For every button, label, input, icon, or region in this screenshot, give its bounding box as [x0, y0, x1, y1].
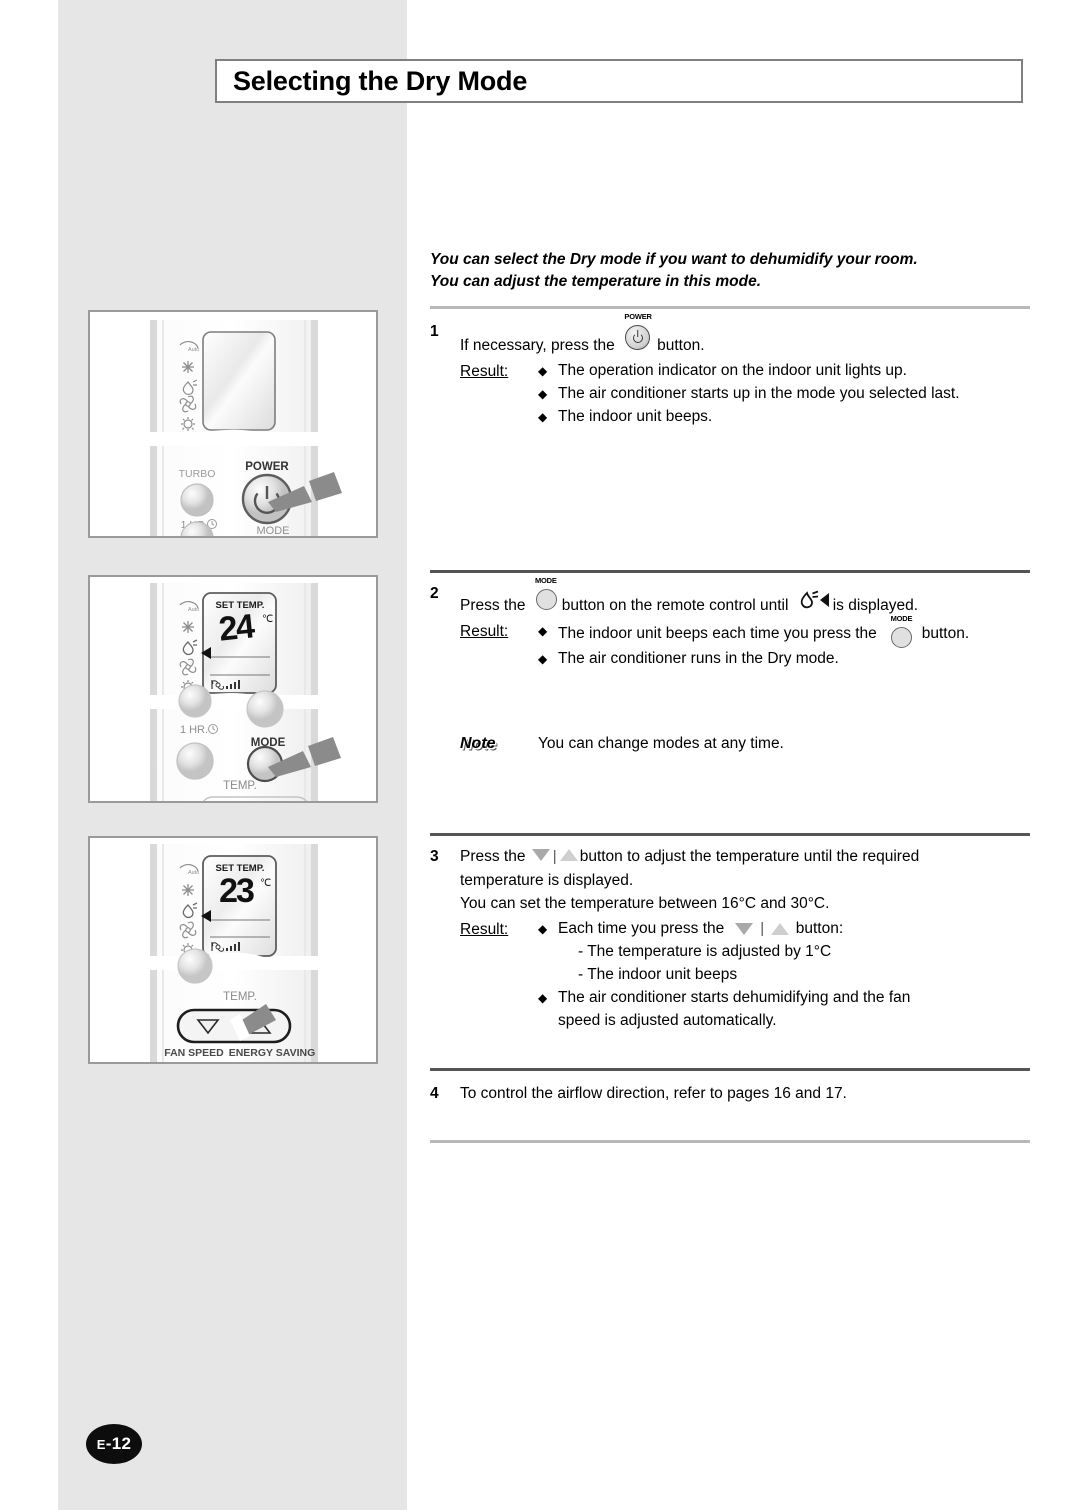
step-1-result-label: Result:: [460, 363, 509, 381]
intro-text: You can select the Dry mode if you want …: [430, 249, 1035, 293]
step-3-text-after: button to adjust the temperature until t…: [579, 848, 920, 865]
divider-above-step-3: [430, 833, 1030, 836]
diamond-bullet-icon: ◆: [538, 990, 548, 1005]
note-block: Note You can change modes at any time.: [460, 735, 784, 753]
svg-text:POWER: POWER: [245, 461, 289, 473]
intro-line-2: You can adjust the temperature in this m…: [430, 273, 762, 290]
remote-power-illustration-svg: Auto TURBO 1 HR. POWE: [148, 320, 342, 536]
step-2-result-item: ◆ The air conditioner runs in the Dry mo…: [538, 648, 1035, 671]
step-1-result-item: ◆ The air conditioner starts up in the m…: [538, 383, 1035, 406]
step-1-text-before: If necessary, press the: [460, 337, 615, 354]
temp-up-triangle-icon: [559, 849, 578, 861]
step-2-text-mid: button on the remote control until: [561, 597, 789, 614]
step-3-line-2: temperature is displayed.: [460, 871, 634, 889]
intro-line-1: You can select the Dry mode if you want …: [430, 251, 918, 268]
power-icon-circle: [625, 325, 651, 350]
note-text: You can change modes at any time.: [538, 735, 784, 752]
diamond-bullet-icon: ◆: [538, 410, 548, 425]
diamond-bullet-icon: ◆: [538, 652, 548, 667]
step-3-result-2-line-1: The air conditioner starts dehumidifying…: [558, 988, 911, 1006]
divider-above-step-2: [430, 570, 1030, 573]
illustration-remote-power: Auto TURBO 1 HR. POWE: [88, 310, 378, 538]
page-title: Selecting the Dry Mode: [233, 65, 528, 96]
diamond-bullet-icon: ◆: [538, 387, 548, 402]
step-2-result-item: ◆ The indoor unit beeps each time you pr…: [538, 614, 1035, 649]
svg-text:24: 24: [217, 607, 257, 649]
temp-up-triangle-icon: [771, 922, 790, 935]
svg-text:Auto: Auto: [188, 347, 199, 353]
mode-icon-circle: [891, 627, 913, 649]
step-1-text-after: button.: [657, 337, 705, 354]
step-4: 4 To control the airflow direction, refe…: [430, 1082, 1035, 1105]
step-3-result-1-after: button:: [795, 920, 844, 937]
svg-text:MODE: MODE: [257, 525, 290, 536]
power-icon-caption: POWER: [624, 312, 652, 321]
step-3-text-before: Press the: [460, 848, 526, 865]
step-3-result-item: ◆ The air conditioner starts dehumidifyi…: [538, 987, 1035, 1033]
mode-icon-caption: MODE: [534, 576, 557, 585]
svg-text:ENERGY SAVING: ENERGY SAVING: [229, 1047, 316, 1059]
note-label: Note: [460, 735, 496, 752]
svg-text:FAN SPEED: FAN SPEED: [164, 1047, 224, 1059]
power-button-icon: POWER: [623, 312, 653, 350]
diamond-bullet-icon: ◆: [538, 364, 548, 379]
illustration-remote-temp: SET TEMP. 23 ℃ Auto TEMP. FAN SPEED ENER…: [88, 836, 378, 1064]
page-number-prefix: E: [96, 1436, 106, 1452]
remote-temp-illustration-svg: SET TEMP. 23 ℃ Auto TEMP. FAN SPEED ENER…: [148, 844, 330, 1062]
step-2: 2 Press the MODE button on the remote co…: [430, 576, 1035, 671]
page-number-badge: E -12: [86, 1424, 142, 1464]
step-2-result-1-after: button.: [921, 625, 970, 643]
step-2-text-before: Press the: [460, 597, 526, 614]
icon-separator: |: [760, 920, 765, 937]
step-2-result-label: Result:: [460, 623, 509, 641]
temp-down-triangle-icon: [531, 849, 550, 861]
dry-mode-droplet-icon: [796, 590, 830, 610]
step-3-result-2-line-2: speed is adjusted automatically.: [558, 1011, 777, 1029]
page-title-box: Selecting the Dry Mode: [215, 59, 1023, 103]
svg-text:Auto: Auto: [188, 607, 199, 613]
mode-button-icon: MODE: [888, 614, 914, 649]
mode-icon-caption: MODE: [890, 614, 913, 624]
svg-text:TURBO: TURBO: [179, 468, 216, 480]
page-number-suffix: -12: [105, 1434, 132, 1453]
step-3-result-label: Result:: [460, 921, 509, 938]
illustration-remote-mode: SET TEMP. 24 ℃ Auto 1 HR. MODE TEMP.: [88, 575, 378, 803]
step-3-number: 3: [430, 848, 439, 865]
step-1: 1 If necessary, press the POWER button. …: [430, 312, 1035, 429]
step-1-result-item: ◆ The operation indicator on the indoor …: [538, 360, 1035, 383]
mode-icon-circle: [535, 589, 557, 610]
svg-text:TEMP.: TEMP.: [223, 991, 257, 1003]
step-3-subline: - The temperature is adjusted by 1°C: [578, 942, 832, 960]
step-3: 3 Press the | button to adjust the tempe…: [430, 845, 1035, 1033]
temp-down-triangle-icon: [734, 922, 753, 935]
svg-text:23: 23: [219, 872, 254, 910]
step-1-number: 1: [430, 323, 439, 340]
step-1-result-item: ◆ The indoor unit beeps.: [538, 406, 1035, 429]
diamond-bullet-icon: ◆: [538, 624, 548, 639]
step-2-result-1-before: The indoor unit beeps each time you pres…: [558, 625, 877, 643]
divider-above-step-4: [430, 1068, 1030, 1071]
step-3-subline: - The indoor unit beeps: [578, 965, 738, 983]
mode-button-icon: MODE: [533, 576, 559, 610]
diamond-bullet-icon: ◆: [538, 922, 548, 936]
remote-mode-illustration-svg: SET TEMP. 24 ℃ Auto 1 HR. MODE TEMP.: [148, 583, 341, 801]
step-3-line-3: You can set the temperature between 16°C…: [460, 894, 830, 912]
icon-separator: |: [552, 848, 557, 865]
divider-below-step-4: [430, 1140, 1030, 1143]
svg-text:℃: ℃: [262, 614, 273, 625]
step-3-result-item: ◆ Each time you press the | button: - Th…: [538, 918, 1035, 987]
divider-above-step-1: [430, 306, 1030, 309]
step-3-result-1-before: Each time you press the: [558, 920, 725, 937]
step-2-number: 2: [430, 585, 439, 602]
svg-text:1 HR.: 1 HR.: [180, 724, 208, 736]
svg-text:℃: ℃: [260, 878, 271, 889]
step-4-number: 4: [430, 1085, 439, 1102]
power-icon-symbol: [632, 332, 643, 343]
svg-text:TEMP.: TEMP.: [223, 780, 257, 792]
svg-text:Auto: Auto: [188, 870, 199, 876]
dry-mode-droplet-svg: [800, 590, 829, 609]
step-4-text: To control the airflow direction, refer …: [460, 1085, 847, 1102]
